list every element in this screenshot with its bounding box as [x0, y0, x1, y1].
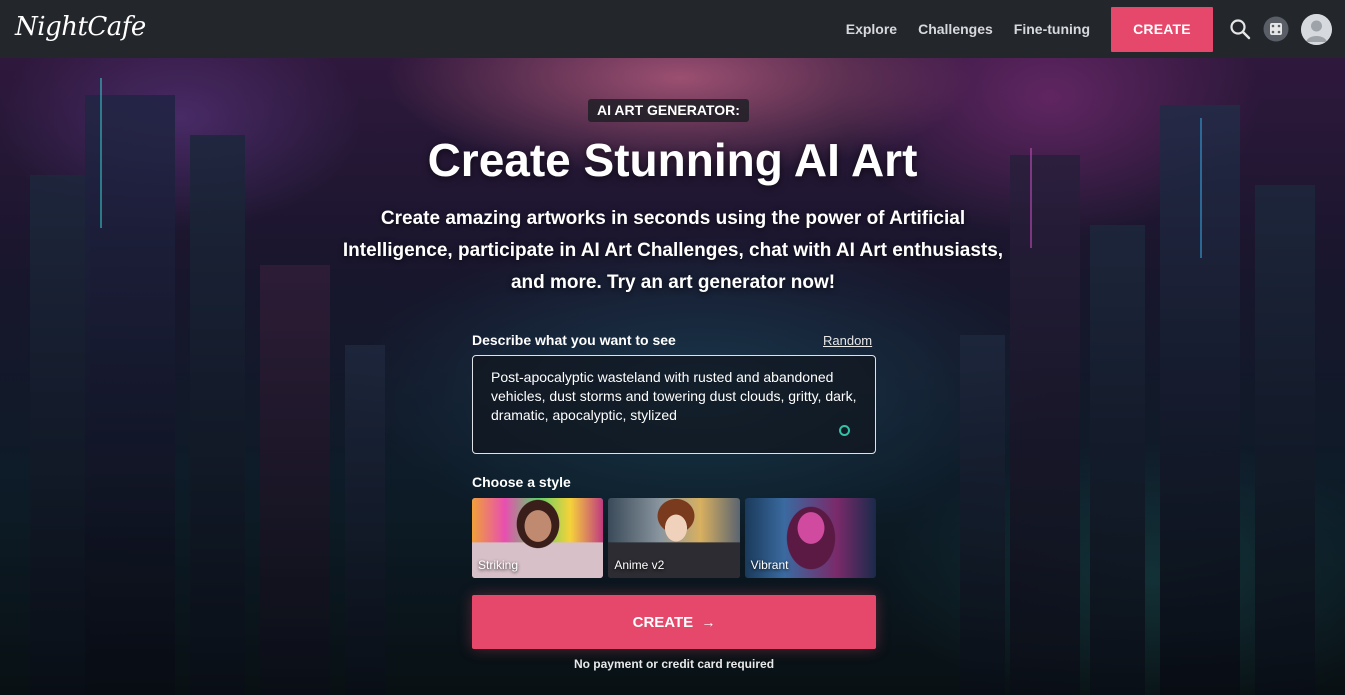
search-icon[interactable] [1227, 16, 1253, 42]
style-caption: Striking [478, 558, 519, 572]
style-caption: Vibrant [750, 558, 789, 572]
style-option-vibrant[interactable]: Vibrant [744, 498, 876, 578]
avatar-icon[interactable] [1301, 13, 1332, 45]
dice-icon[interactable] [1263, 16, 1289, 42]
prompt-label: Describe what you want to see [472, 332, 676, 348]
style-label: Choose a style [472, 474, 571, 490]
textarea-resize-handle[interactable] [839, 425, 850, 436]
page-title: Create Stunning AI Art [427, 134, 918, 186]
nav-fine-tuning[interactable]: Fine-tuning [1014, 21, 1090, 37]
style-option-striking[interactable]: Striking [472, 498, 604, 578]
section-badge: AI ART GENERATOR: [588, 99, 749, 122]
nav-links: Explore Challenges Fine-tuning CREATE [846, 0, 1345, 58]
random-prompt-link[interactable]: Random [823, 333, 872, 348]
no-payment-note: No payment or credit card required [573, 657, 775, 671]
style-caption: Anime v2 [614, 558, 665, 572]
create-button[interactable]: CREATE → [472, 595, 876, 649]
nav-create-button[interactable]: CREATE [1111, 6, 1213, 52]
top-nav-bar: NightCafe Explore Challenges Fine-tuning… [0, 0, 1345, 58]
hero-content: AI ART GENERATOR: Create Stunning AI Art… [0, 0, 1345, 695]
nav-explore[interactable]: Explore [846, 21, 897, 37]
create-button-label: CREATE [632, 613, 694, 631]
prompt-input[interactable] [472, 355, 876, 454]
hero-subtitle: Create amazing artworks in seconds using… [342, 208, 1004, 293]
nightcafe-logo[interactable]: NightCafe [15, 12, 146, 42]
style-picker: Striking Anime v2 Vibrant [472, 498, 876, 578]
nav-challenges[interactable]: Challenges [918, 21, 993, 37]
arrow-right-icon: → [701, 613, 716, 630]
style-option-anime-v2[interactable]: Anime v2 [608, 498, 740, 578]
